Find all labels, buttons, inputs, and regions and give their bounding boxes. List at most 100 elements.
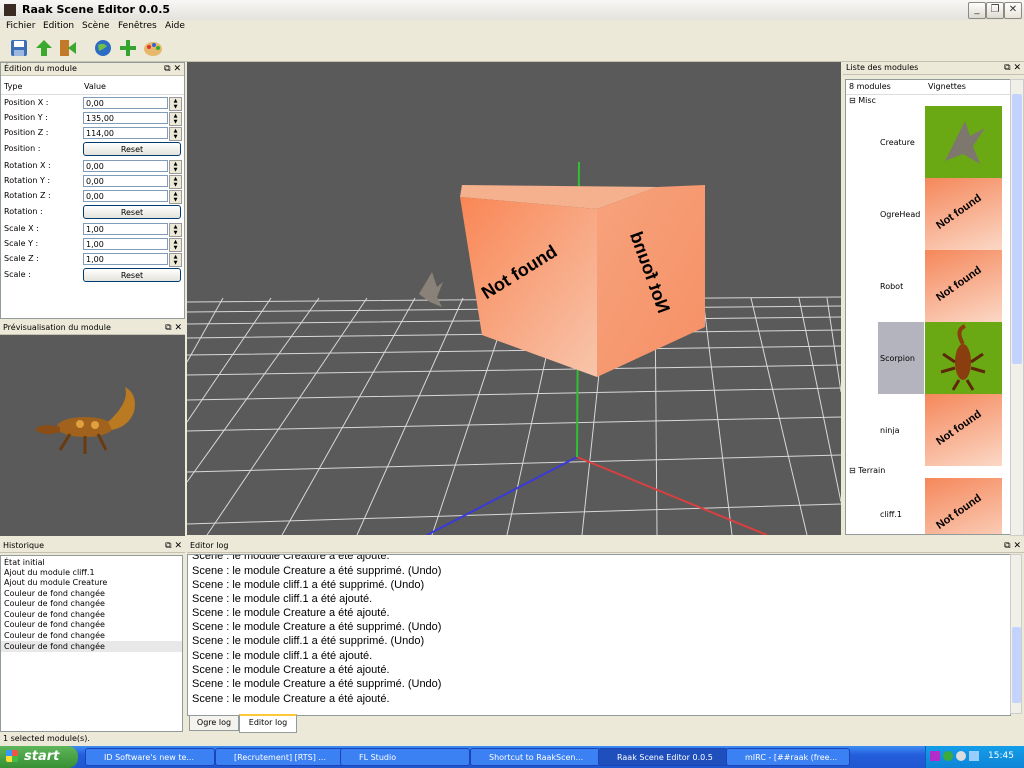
dock-buttons[interactable]: ⧉ ✕ [1004, 62, 1021, 74]
log-line: Scene : le module cliff.1 a été supprimé… [192, 579, 425, 591]
rotation-y-input[interactable]: 0,00 [83, 175, 168, 187]
scale-y-input[interactable]: 1,00 [83, 238, 168, 250]
rotation-z-input[interactable]: 0,00 [83, 190, 168, 202]
task-item[interactable]: Shortcut to RaakScen... [470, 748, 600, 766]
module-name: cliff.1 [880, 510, 902, 519]
task-item[interactable]: ID Software's new te... [85, 748, 215, 766]
tray-icon[interactable] [930, 751, 940, 761]
creature-thumbnail [925, 106, 1002, 178]
tray-icon[interactable] [943, 751, 953, 761]
exit-icon[interactable] [57, 37, 79, 59]
prop-label: Rotation Z : [4, 191, 51, 200]
menu-fichier[interactable]: Fichier [6, 21, 35, 31]
module-item-creature[interactable]: Creature [846, 106, 1010, 178]
tray-icon[interactable] [956, 751, 966, 761]
spinner[interactable]: ▲ ▼ [169, 223, 182, 237]
dock-buttons[interactable]: ⧉ ✕ [165, 540, 182, 552]
add-icon[interactable] [117, 37, 139, 59]
prop-row-position-reset: Position : Reset [1, 142, 184, 157]
history-item[interactable]: Couleur de fond changée [4, 631, 105, 640]
scale-reset-button[interactable]: Reset [83, 268, 181, 282]
task-item[interactable]: [Recrutement] [RTS] ... [215, 748, 345, 766]
spinner[interactable]: ▲ ▼ [169, 127, 182, 141]
spinner[interactable]: ▲ ▼ [169, 160, 182, 174]
taskbar: start ID Software's new te... [Recruteme… [0, 746, 1024, 768]
prop-label: Position Z : [4, 128, 49, 137]
edition-title-text: Édition du module [4, 64, 77, 73]
group-misc[interactable]: ⊟ Misc [849, 96, 876, 105]
module-item-ninja[interactable]: ninja Not found [846, 394, 1010, 466]
group-terrain[interactable]: ⊟ Terrain [849, 466, 885, 475]
dock-buttons[interactable]: ⧉ ✕ [164, 63, 181, 75]
task-item[interactable]: mIRC - [##raak (free... [726, 748, 850, 766]
menu-aide[interactable]: Aide [165, 21, 185, 31]
prop-label: Rotation X : [4, 161, 51, 170]
tab-ogre-log[interactable]: Ogre log [189, 715, 239, 731]
module-item-ogrehead[interactable]: OgreHead Not found [846, 178, 1010, 250]
globe-icon[interactable] [92, 37, 114, 59]
prop-row-rotation-z: Rotation Z : 0,00 ▲ ▼ [1, 189, 184, 204]
maximize-button[interactable]: ❐ [986, 2, 1004, 19]
modules-count: 8 modules [849, 82, 891, 91]
scale-x-input[interactable]: 1,00 [83, 223, 168, 235]
spinner[interactable]: ▲ ▼ [169, 253, 182, 267]
position-y-input[interactable]: 135,00 [83, 112, 168, 124]
prop-label: Rotation Y : [4, 176, 51, 185]
not-found-thumbnail: Not found [925, 394, 1002, 466]
property-header: Type Value [1, 80, 184, 95]
history-item[interactable]: Ajout du module Creature [4, 578, 107, 587]
close-button[interactable]: ✕ [1004, 2, 1022, 19]
module-item-cliff[interactable]: cliff.1 Not found [846, 478, 1010, 534]
modules-scrollbar[interactable] [1010, 79, 1024, 536]
module-name: Scorpion [880, 354, 915, 363]
tab-editor-log[interactable]: Editor log [239, 714, 297, 733]
modules-panel: Liste des modules ⧉ ✕ 8 modules Vignettes… [843, 62, 1024, 536]
history-title-text: Historique [3, 541, 45, 550]
task-item[interactable]: FL Studio [340, 748, 470, 766]
start-button[interactable]: start [0, 746, 78, 768]
dock-buttons[interactable]: ⧉ ✕ [165, 322, 182, 334]
position-z-input[interactable]: 114,00 [83, 127, 168, 139]
module-item-robot[interactable]: Robot Not found [846, 250, 1010, 322]
log-text-area[interactable]: Scene : le module Creature a été ajouté.… [187, 554, 1011, 716]
menu-scene[interactable]: Scène [82, 21, 109, 31]
rotation-x-input[interactable]: 0,00 [83, 160, 168, 172]
log-scrollbar[interactable] [1010, 554, 1022, 714]
menu-edition[interactable]: Edition [43, 21, 74, 31]
spinner[interactable]: ▲ ▼ [169, 175, 182, 189]
history-panel: Historique ⧉ ✕ État initial Ajout du modu… [0, 540, 185, 732]
history-item[interactable]: État initial [4, 558, 45, 567]
spinner[interactable]: ▲ ▼ [169, 190, 182, 204]
history-item[interactable]: Couleur de fond changée [4, 589, 105, 598]
preview-panel-title: Prévisualisation du module ⧉ ✕ [0, 322, 185, 335]
dock-buttons[interactable]: ⧉ ✕ [1004, 540, 1021, 552]
menu-fenetres[interactable]: Fenêtres [118, 21, 157, 31]
position-reset-button[interactable]: Reset [83, 142, 181, 156]
save-icon[interactable] [8, 37, 30, 59]
position-x-input[interactable]: 0,00 [83, 97, 168, 109]
history-item[interactable]: Couleur de fond changée [4, 620, 105, 629]
minimize-button[interactable]: _ [968, 2, 986, 19]
edition-panel: Édition du module ⧉ ✕ Type Value Position… [0, 62, 185, 319]
spinner[interactable]: ▲ ▼ [169, 97, 182, 111]
title-bar: Raak Scene Editor 0.0.5 _ ❐ ✕ [0, 0, 1024, 21]
tray-icon[interactable] [969, 751, 979, 761]
scene-viewport[interactable]: Not found Not found [187, 62, 841, 535]
up-arrow-icon[interactable] [33, 37, 55, 59]
history-item[interactable]: Couleur de fond changée [4, 599, 105, 608]
spinner[interactable]: ▲ ▼ [169, 112, 182, 126]
scale-z-input[interactable]: 1,00 [83, 253, 168, 265]
module-item-scorpion[interactable]: Scorpion [846, 322, 1010, 394]
history-item[interactable]: Couleur de fond changée [4, 610, 105, 619]
col-vignettes: Vignettes [928, 82, 966, 91]
task-item-active[interactable]: Raak Scene Editor 0.0.5 [598, 748, 728, 766]
palette-icon[interactable] [142, 37, 164, 59]
spinner[interactable]: ▲ ▼ [169, 238, 182, 252]
rotation-reset-button[interactable]: Reset [83, 205, 181, 219]
history-item[interactable]: Couleur de fond changée [4, 642, 105, 651]
scroll-thumb[interactable] [1012, 94, 1022, 364]
history-panel-title: Historique ⧉ ✕ [0, 540, 185, 553]
scroll-thumb[interactable] [1012, 627, 1021, 703]
history-item[interactable]: Ajout du module cliff.1 [4, 568, 95, 577]
window-title: Raak Scene Editor 0.0.5 [22, 3, 171, 16]
